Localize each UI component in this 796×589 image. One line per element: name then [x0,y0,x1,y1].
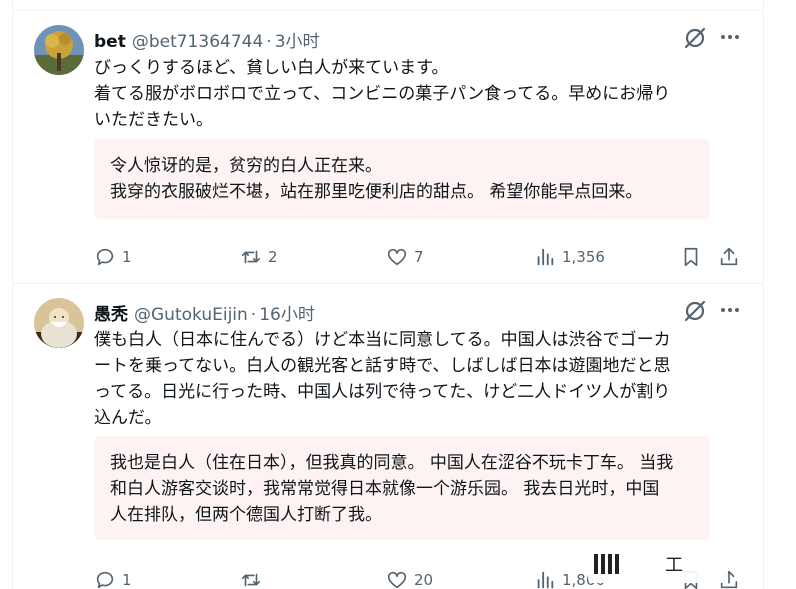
repost-button[interactable]: 2 [240,245,278,269]
translation-box: 令人惊讶的是，贫穷的白人正在来。 我穿的衣服破烂不堪，站在那里吃便利店的甜点。 … [94,139,710,219]
display-name[interactable]: 愚秃 [94,300,128,325]
post-header: bet @bet71364744 · 3小时 [94,27,320,52]
translation-line: 和白人游客交谈时，我常常觉得日本就像一个游乐园。 我去日光时，中国 [110,479,660,499]
post-text-line: いただきたい。 [94,110,213,130]
post-text: びっくりするほど、貧しい白人が来ています。 着てる服がボロボロで立って、コンビニ… [94,55,734,133]
post-gutoku[interactable]: 愚秃 @GutokuEijin · 16小时 僕も白人（日本に住んでる）けど本当… [12,284,764,589]
translation-line: 我穿的衣服破烂不堪，站在那里吃便利店的甜点。 希望你能早点回来。 [110,182,643,202]
repost-button[interactable] [240,568,268,589]
bookmark-button[interactable] [680,245,702,269]
post-text-line: びっくりするほど、貧しい白人が来ています。 [94,58,449,78]
more-icon[interactable] [718,300,742,320]
post-text-line: 込んだ。 [94,408,162,428]
action-bar: 1 2 7 1,356 [94,245,748,269]
user-handle[interactable]: @GutokuEijin [134,305,248,325]
views-button[interactable]: 1,356 [534,245,605,269]
reply-button[interactable]: 1 [94,245,132,269]
heart-icon [387,248,407,266]
translation-line: 令人惊讶的是，贫穷的白人正在来。 [110,156,382,176]
like-button[interactable]: 7 [386,245,424,269]
repost-icon [241,573,261,587]
view-count: 1,356 [562,248,605,266]
share-icon [720,247,738,266]
heart-icon [387,571,407,589]
post-text-line: 僕も白人（日本に住んでる）けど本当に同意してる。中国人は渋谷でゴーカ [94,330,671,350]
repost-icon [241,250,261,264]
grok-icon[interactable] [682,25,708,51]
timestamp[interactable]: 16小时 [259,300,315,325]
reply-icon [96,248,114,266]
more-icon[interactable] [718,27,742,47]
user-handle[interactable]: @bet71364744 [132,32,263,52]
grok-icon[interactable] [682,298,708,324]
reply-button[interactable]: 1 [94,568,132,589]
post-text-line: ってる。日光に行った時、中国人は列で待ってた、けど二人ドイツ人が割り [94,382,671,402]
views-icon [537,248,554,266]
like-count: 20 [414,571,434,589]
post-bet[interactable]: bet @bet71364744 · 3小时 びっくりするほど、貧しい白人が来て… [12,10,764,284]
views-icon [537,571,554,589]
like-button[interactable]: 20 [386,568,433,589]
post-text: 僕も白人（日本に住んでる）けど本当に同意してる。中国人は渋谷でゴーカ ートを乗っ… [94,327,734,431]
watermark: 工 [588,545,728,583]
timestamp[interactable]: 3小时 [275,27,320,52]
avatar[interactable] [34,298,84,348]
watermark-logo [594,554,619,574]
avatar[interactable] [34,25,84,75]
bookmark-icon [684,247,698,267]
post-header: 愚秃 @GutokuEijin · 16小时 [94,300,315,325]
reply-count: 1 [122,571,132,589]
translation-line: 人在排队，但两个德国人打断了我。 [110,505,382,525]
separator: · [250,305,257,325]
display-name[interactable]: bet [94,32,126,52]
repost-count: 2 [268,248,278,266]
share-button[interactable] [718,245,740,269]
watermark-text: 工 [665,555,683,576]
separator: · [266,32,272,52]
reply-count: 1 [122,248,132,266]
post-text-line: 着てる服がボロボロで立って、コンビニの菓子パン食ってる。早めにお帰り [94,84,671,104]
translation-box: 我也是白人（住在日本），但我真的同意。 中国人在涩谷不玩卡丁车。 当我 和白人游… [94,436,710,540]
post-text-line: ートを乗ってない。白人の観光客と話す時で、しばしば日本は遊園地だと思 [94,356,671,376]
like-count: 7 [414,248,424,266]
reply-icon [96,571,114,589]
translation-line: 我也是白人（住在日本），但我真的同意。 中国人在涩谷不玩卡丁车。 当我 [110,453,674,473]
